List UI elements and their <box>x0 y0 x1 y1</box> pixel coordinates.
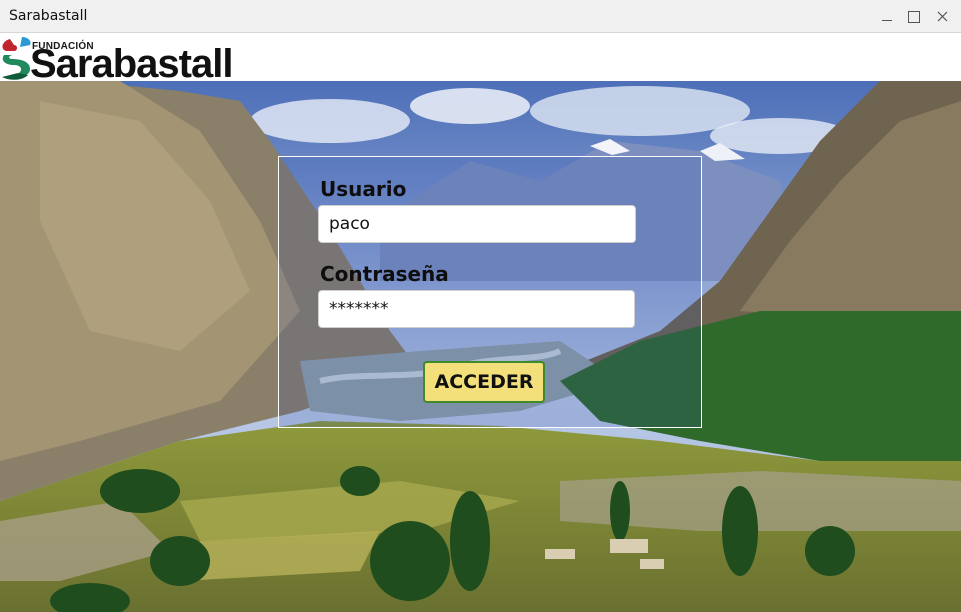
close-icon <box>937 11 947 22</box>
close-button[interactable] <box>927 0 957 33</box>
maximize-button[interactable] <box>899 0 929 33</box>
app-header: FUNDACIÓN Sarabastall <box>0 33 961 86</box>
acceder-button[interactable]: ACCEDER <box>423 361 545 403</box>
window-titlebar[interactable]: Sarabastall <box>0 0 961 33</box>
username-input[interactable] <box>318 205 636 243</box>
maximize-icon <box>908 10 920 23</box>
sarabastall-logo: FUNDACIÓN Sarabastall <box>0 35 233 86</box>
password-input[interactable] <box>318 290 635 328</box>
password-label: Contraseña <box>320 262 449 286</box>
minimize-button[interactable] <box>872 0 902 33</box>
username-label: Usuario <box>320 177 407 201</box>
minimize-icon <box>882 20 892 21</box>
window-title: Sarabastall <box>9 8 88 24</box>
